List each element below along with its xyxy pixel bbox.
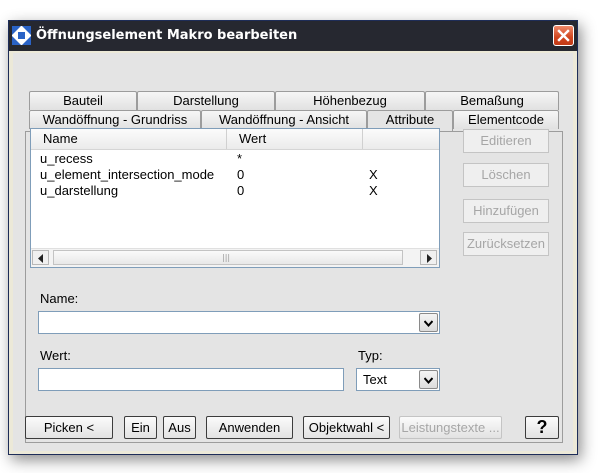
row-name: u_darstellung (40, 183, 119, 198)
typ-dropdown-button[interactable] (419, 370, 438, 389)
scroll-right-button[interactable] (420, 250, 437, 265)
row-name: u_element_intersection_mode (40, 167, 215, 182)
column-header-name[interactable]: Name (31, 129, 227, 149)
table-row[interactable]: u_darstellung 0 X (31, 183, 439, 199)
row-name: u_recess (40, 151, 93, 166)
tab-darstellung[interactable]: Darstellung (137, 91, 275, 110)
typ-value: Text (363, 372, 387, 387)
picken-button[interactable]: Picken < (25, 416, 113, 439)
tab-elementcode[interactable]: Elementcode (453, 110, 559, 129)
editieren-button[interactable]: Editieren (463, 129, 549, 153)
zuruecksetzen-button[interactable]: Zurücksetzen (463, 232, 549, 256)
tab-hoehenbezug[interactable]: Höhenbezug (275, 91, 425, 110)
typ-label: Typ: (358, 348, 383, 363)
app-icon (12, 26, 31, 45)
objektwahl-button[interactable]: Objektwahl < (303, 416, 390, 439)
arrow-left-icon (38, 254, 43, 263)
tab-bemassung[interactable]: Bemaßung (425, 91, 559, 110)
column-header-flag[interactable] (363, 129, 439, 149)
tab-bauteil[interactable]: Bauteil (29, 91, 137, 110)
wert-input[interactable] (38, 368, 344, 391)
help-button[interactable]: ? (525, 416, 559, 439)
close-icon (557, 29, 570, 42)
typ-combobox[interactable]: Text (356, 368, 440, 391)
arrow-right-icon (427, 254, 432, 263)
scroll-grip: ||| (222, 253, 231, 262)
table-row[interactable]: u_recess * (31, 151, 439, 167)
name-label: Name: (40, 291, 79, 306)
window-title: Öffnungselement Makro bearbeiten (36, 28, 298, 43)
close-button[interactable] (553, 25, 574, 46)
row-flag: X (369, 167, 378, 182)
anwenden-button[interactable]: Anwenden (206, 416, 293, 439)
column-header-wert[interactable]: Wert (227, 129, 363, 149)
row-flag: X (369, 183, 378, 198)
hinzufuegen-button[interactable]: Hinzufügen (463, 199, 549, 223)
row-value: 0 (237, 183, 245, 198)
list-header: Name Wert (31, 129, 439, 150)
leistungstexte-button[interactable]: Leistungstexte ... (399, 416, 502, 439)
horizontal-scrollbar[interactable]: ||| (31, 248, 439, 267)
chevron-down-icon (424, 320, 433, 327)
scroll-thumb[interactable]: ||| (53, 250, 403, 265)
aus-button[interactable]: Aus (163, 416, 196, 439)
tab-wandoeffnung-ansicht[interactable]: Wandöffnung - Ansicht (201, 110, 367, 129)
row-value: * (237, 151, 243, 166)
name-combobox[interactable] (38, 311, 440, 334)
scroll-left-button[interactable] (32, 250, 49, 265)
ein-button[interactable]: Ein (124, 416, 157, 439)
title-bar[interactable]: Öffnungselement Makro bearbeiten (9, 21, 577, 51)
name-dropdown-button[interactable] (419, 313, 438, 332)
wert-label: Wert: (40, 348, 71, 363)
tab-wandoeffnung-grundriss[interactable]: Wandöffnung - Grundriss (29, 110, 201, 129)
loeschen-button[interactable]: Löschen (463, 163, 549, 187)
chevron-down-icon (424, 377, 433, 384)
table-row[interactable]: u_element_intersection_mode 0 X (31, 167, 439, 183)
row-value: 0 (237, 167, 245, 182)
attribute-list[interactable]: Name Wert u_recess * u_element_intersect… (30, 128, 440, 268)
